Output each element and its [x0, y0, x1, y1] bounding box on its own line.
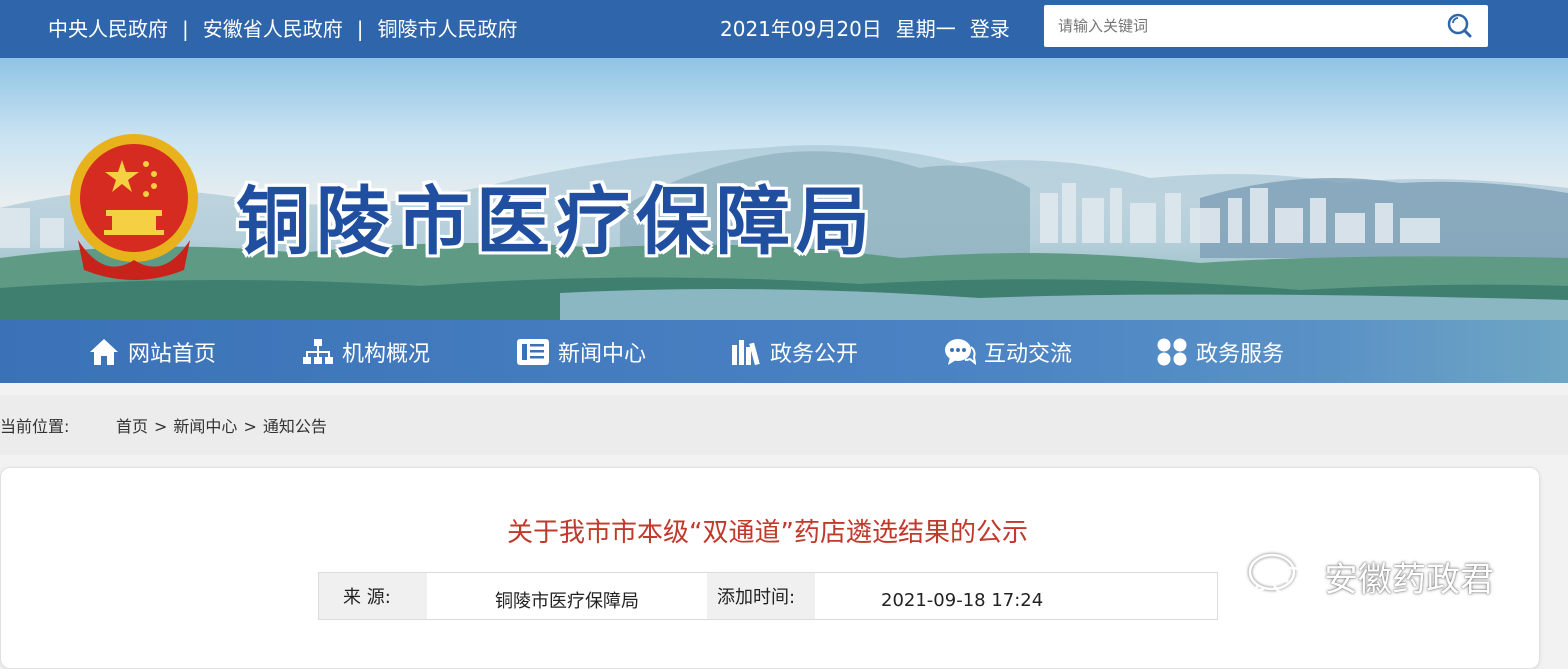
source-value-text: 铜陵市医疗保障局	[495, 591, 639, 612]
current-weekday: 星期一	[895, 17, 956, 41]
article-title: 关于我市市本级“双通道”药店遴选结果的公示	[507, 518, 1028, 548]
wechat-icon	[1248, 553, 1312, 602]
books-icon	[732, 339, 760, 365]
source-label-text: 来 源:	[343, 587, 391, 608]
nav-home[interactable]: 网站首页	[88, 320, 216, 383]
search-button[interactable]	[1432, 5, 1488, 47]
time-value: 2021-09-18 17:24	[815, 573, 1115, 619]
breadcrumb-bar: 当前位置: 首页 > 新闻中心 > 通知公告	[0, 395, 1568, 455]
breadcrumb-separator: >	[243, 417, 257, 436]
link-anhui-gov[interactable]: 安徽省人民政府	[203, 17, 343, 41]
article-meta-table: 来 源: 铜陵市医疗保障局 添加时间: 2021-09-18 17:24	[318, 572, 1218, 620]
search-icon	[1447, 13, 1472, 38]
nav-home-label: 网站首页	[128, 341, 217, 367]
source-label: 来 源:	[319, 573, 427, 619]
header-banner: 铜陵市医疗保障局	[0, 58, 1568, 320]
search-input[interactable]	[1044, 5, 1452, 47]
search-box	[1044, 5, 1488, 47]
site-title: 铜陵市医疗保障局	[236, 179, 876, 265]
current-date: 2021年09月20日	[720, 17, 882, 41]
nav-interaction-label: 互动交流	[984, 341, 1073, 367]
breadcrumb-label: 当前位置:	[0, 417, 70, 436]
grid-icon	[1157, 338, 1187, 365]
time-label: 添加时间:	[707, 573, 815, 619]
nav-gov-affairs-label: 政务公开	[770, 341, 859, 367]
nav-organization[interactable]: 机构概况	[302, 320, 430, 383]
nav-news[interactable]: 新闻中心	[516, 320, 646, 383]
nav-gov-affairs[interactable]: 政务公开	[730, 320, 858, 383]
nav-organization-label: 机构概况	[342, 341, 431, 367]
nav-news-label: 新闻中心	[558, 341, 647, 367]
news-icon	[517, 338, 549, 365]
breadcrumb-news[interactable]: 新闻中心	[173, 417, 237, 436]
separator: |	[356, 17, 364, 41]
watermark-text: 安徽药政君	[1324, 559, 1494, 600]
top-bar: 中央人民政府 | 安徽省人民政府 | 铜陵市人民政府 2021年09月20日 星期一 登录	[0, 0, 1568, 58]
time-label-text: 添加时间:	[717, 587, 796, 608]
source-value: 铜陵市医疗保障局	[427, 573, 707, 619]
breadcrumb: 首页 > 新闻中心 > 通知公告	[116, 413, 327, 437]
national-emblem-icon	[64, 130, 204, 280]
breadcrumb-separator: >	[154, 417, 168, 436]
login-link[interactable]: 登录	[970, 17, 1010, 41]
breadcrumb-notices[interactable]: 通知公告	[263, 417, 327, 436]
wechat-watermark: 安徽药政君	[1244, 550, 1494, 602]
separator: |	[182, 17, 189, 41]
home-icon	[90, 338, 118, 365]
gov-links: 中央人民政府 | 安徽省人民政府 | 铜陵市人民政府	[48, 13, 518, 42]
time-value-text: 2021-09-18 17:24	[881, 589, 1044, 611]
breadcrumb-home[interactable]: 首页	[116, 417, 148, 436]
main-nav: 网站首页 机构概况 新闻中心 政务公开 互动交流 政务服务	[0, 320, 1568, 383]
link-tongling-gov[interactable]: 铜陵市人民政府	[378, 17, 518, 41]
link-central-gov[interactable]: 中央人民政府	[48, 17, 168, 41]
date-area: 2021年09月20日 星期一 登录	[720, 13, 1010, 42]
nav-services-label: 政务服务	[1196, 341, 1285, 367]
org-chart-icon	[303, 338, 333, 364]
nav-services[interactable]: 政务服务	[1156, 320, 1284, 383]
nav-interaction[interactable]: 互动交流	[944, 320, 1072, 383]
chat-icon	[945, 338, 976, 365]
